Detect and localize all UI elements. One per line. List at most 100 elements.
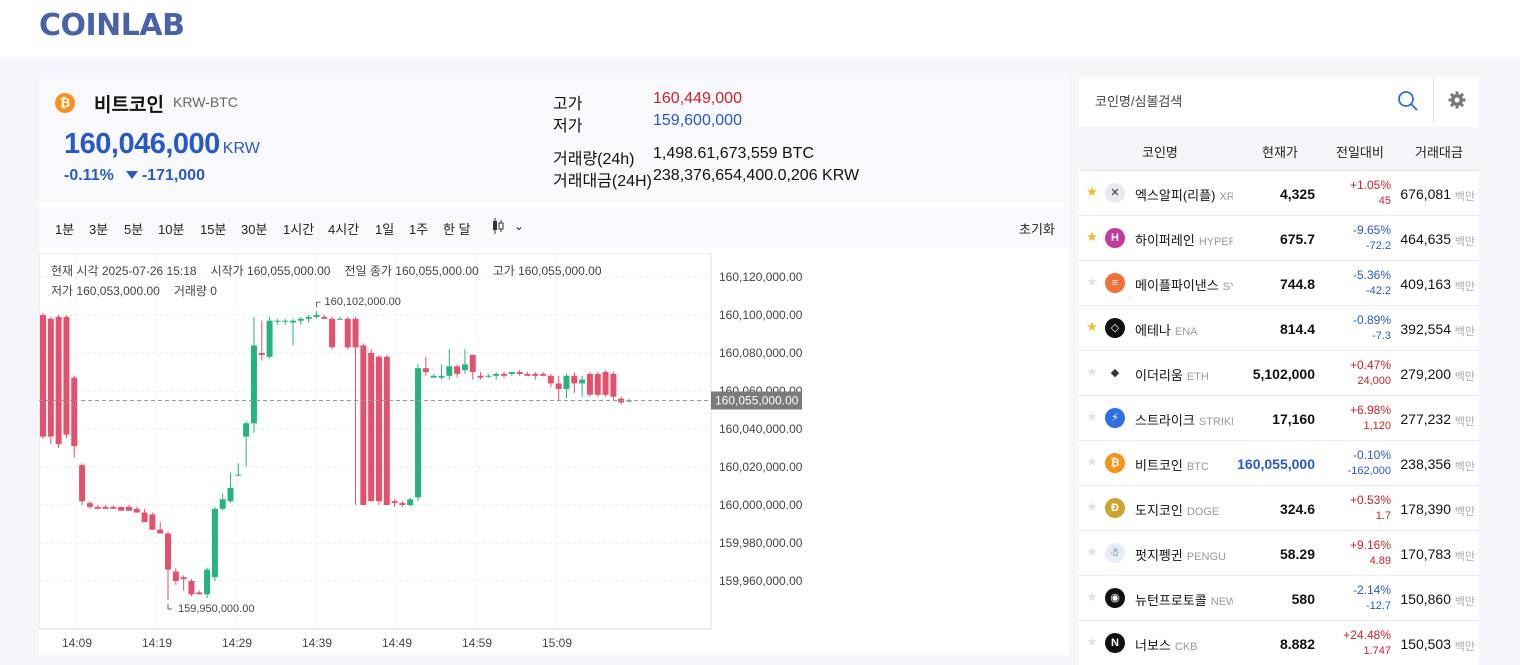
favorite-star-icon[interactable]: ★ — [1086, 364, 1098, 380]
favorite-star-icon[interactable]: ★ — [1086, 184, 1098, 200]
favorite-star-icon[interactable]: ★ — [1086, 229, 1098, 245]
candle-body — [141, 512, 148, 523]
coin-trade-unit: 백만 — [1454, 191, 1475, 203]
candlestick-type-icon[interactable] — [491, 217, 505, 235]
legend-prev-close: 전일 종가 160,055,000.00 — [344, 264, 479, 278]
candle-body — [133, 508, 140, 513]
chart-legend: 현재 시각 2025-07-26 15:18 시작가 160,055,000.00… — [51, 261, 691, 301]
reset-button[interactable]: 초기화 — [1019, 219, 1055, 238]
interval-1d[interactable]: 1일 — [375, 219, 394, 238]
table-row[interactable]: ★ N 너보스 CKB 8.882 +24.48% 1.747 150,503 백만 — [1079, 621, 1479, 665]
coin-trade-amount: 676,081 — [1400, 186, 1451, 202]
candle-body — [383, 356, 390, 505]
change-percent: -0.11% — [64, 167, 114, 184]
favorite-star-icon[interactable]: ★ — [1086, 544, 1098, 560]
table-row[interactable]: ★ ☃ 펏지펭귄 PENGU 58.29 +9.16% 4.89 170,783 백만 — [1079, 531, 1479, 576]
stat-low-value: 159,600,000 — [653, 112, 742, 129]
candle-body — [336, 318, 343, 320]
interval-3m[interactable]: 3분 — [89, 219, 108, 238]
coin-price: 324.6 — [1279, 501, 1315, 517]
favorite-star-icon[interactable]: ★ — [1086, 319, 1098, 335]
table-row[interactable]: ★ ◆ 이더리움 ETH 5,102,000 +0.47% 24,000 279,200 백만 — [1079, 351, 1479, 396]
interval-1h[interactable]: 1시간 — [283, 219, 314, 238]
favorite-star-icon[interactable]: ★ — [1086, 499, 1098, 515]
table-row[interactable]: ★ H 하이퍼레인 HYPER 675.7 -9.65% -72.2 464,635 백만 — [1079, 216, 1479, 261]
favorite-star-icon[interactable]: ★ — [1086, 589, 1098, 605]
coin-change-amount: 1.7 — [1375, 510, 1391, 522]
legend-time: 현재 시각 2025-07-26 15:18 — [51, 264, 197, 278]
coin-name: 펏지펭귄 — [1135, 548, 1183, 563]
candle-body — [55, 316, 62, 445]
interval-1month[interactable]: 한 달 — [443, 219, 471, 238]
table-row[interactable]: ★ ⚡ 스트라이크STRIKE 17,160 +6.98% 1,120 277,232백만 — [1079, 396, 1479, 441]
coin-trade-amount: 279,200 — [1400, 366, 1451, 382]
coin-name-cell: 스트라이크STRIKE — [1135, 410, 1233, 428]
candle-body — [125, 506, 132, 511]
bitcoin-icon: ₿ — [55, 93, 75, 113]
header-volume[interactable]: 거래대금 — [1415, 142, 1463, 161]
candlestick-chart[interactable]: 160,120,000.00 160,100,000.00 160,080,000.… — [38, 252, 1069, 655]
interval-4h[interactable]: 4시간 — [328, 219, 359, 238]
stat-amount-value: 238,376,654,400.0,206 KRW — [653, 167, 860, 184]
candle-body — [446, 366, 453, 376]
candle-body — [250, 345, 257, 424]
x-tick-label: 14:29 — [222, 636, 252, 650]
coin-change-percent: +6.98% — [1349, 403, 1391, 417]
candle-body — [391, 501, 398, 504]
coin-name-cell: 에테나 ENA — [1135, 320, 1233, 338]
candle-body — [219, 499, 226, 509]
coin-change-percent: -0.10% — [1352, 448, 1391, 462]
interval-1w[interactable]: 1주 — [409, 219, 428, 238]
coin-change-amount: -72.2 — [1365, 240, 1391, 252]
change-amount: -171,000 — [141, 167, 205, 184]
coin-change-amount: 1.747 — [1363, 645, 1391, 657]
candle-body — [329, 318, 336, 348]
coin-change-amount: -12.7 — [1365, 600, 1391, 612]
table-row[interactable]: ★ Ð 도지코인 DOGE 324.6 +0.53% 1.7 178,390 백만 — [1079, 486, 1479, 531]
header-price[interactable]: 현재가 — [1262, 142, 1298, 161]
favorite-star-icon[interactable]: ★ — [1086, 634, 1098, 650]
favorite-star-icon[interactable]: ★ — [1086, 454, 1098, 470]
search-input[interactable] — [1095, 89, 1395, 113]
candle-body — [555, 383, 562, 390]
candle-body — [516, 372, 523, 374]
coin-price: 4,325 — [1279, 186, 1315, 202]
table-row[interactable]: ★ ◉ 뉴턴프로토콜NEWT 580 -2.14% -12.7 150,860백만 — [1079, 576, 1479, 621]
candle-body — [438, 375, 445, 378]
interval-30m[interactable]: 30분 — [241, 219, 267, 238]
y-tick-label: 159,960,000.00 — [719, 574, 803, 588]
header-coin-name[interactable]: 코인명 — [1142, 142, 1178, 161]
y-tick-label: 159,980,000.00 — [719, 536, 803, 550]
chevron-down-icon[interactable]: ⌄ — [514, 219, 524, 233]
neutron-icon: ◉ — [1105, 588, 1125, 608]
candle-body — [610, 373, 617, 397]
price-chart[interactable]: 160,120,000.00 160,100,000.00 160,080,000.… — [38, 252, 1069, 655]
x-tick-label: 15:09 — [542, 636, 572, 650]
candle-body — [180, 577, 187, 580]
table-row[interactable]: ★ ₿ 비트코인 BTC 160,055,000 -0.10% -162,000 238,35… — [1079, 441, 1479, 486]
interval-10m[interactable]: 10분 — [158, 219, 184, 238]
coin-trade-amount: 238,356 — [1400, 456, 1451, 472]
settings-button[interactable] — [1433, 77, 1479, 124]
table-row[interactable]: ★ ◇ 에테나 ENA 814.4 -0.89% -7.3 392,554 백만 — [1079, 306, 1479, 351]
candle-body — [86, 503, 93, 507]
favorite-star-icon[interactable]: ★ — [1086, 274, 1098, 290]
legend-low: 저가 160,053,000.00 — [51, 284, 160, 298]
app-logo[interactable]: COINLAB — [39, 8, 185, 43]
header-change[interactable]: 전일대비 — [1336, 142, 1384, 161]
coin-change-amount: 24,000 — [1357, 375, 1391, 387]
stat-amount-label: 거래대금(24H) — [553, 173, 652, 190]
coin-trade-unit: 백만 — [1454, 281, 1475, 293]
interval-15m[interactable]: 15분 — [200, 219, 226, 238]
coin-trade-unit: 백만 — [1454, 551, 1475, 563]
interval-5m[interactable]: 5분 — [124, 219, 143, 238]
search-icon[interactable] — [1397, 90, 1419, 112]
interval-1m[interactable]: 1분 — [55, 219, 74, 238]
x-tick-label: 14:49 — [382, 636, 412, 650]
favorite-star-icon[interactable]: ★ — [1086, 409, 1098, 425]
table-row[interactable]: ★ ≡ 메이플파이낸스SYRUP 744.8 -5.36% -42.2 409,163백만 — [1079, 261, 1479, 306]
table-row[interactable]: ★ ✕ 엑스알피(리플)XRP 4,325 +1.05% 45 676,081백만 — [1079, 171, 1479, 216]
stat-volume-label: 거래량(24h) — [553, 151, 635, 168]
coin-price: 580 — [1291, 591, 1315, 607]
coin-change-amount: -42.2 — [1365, 285, 1391, 297]
